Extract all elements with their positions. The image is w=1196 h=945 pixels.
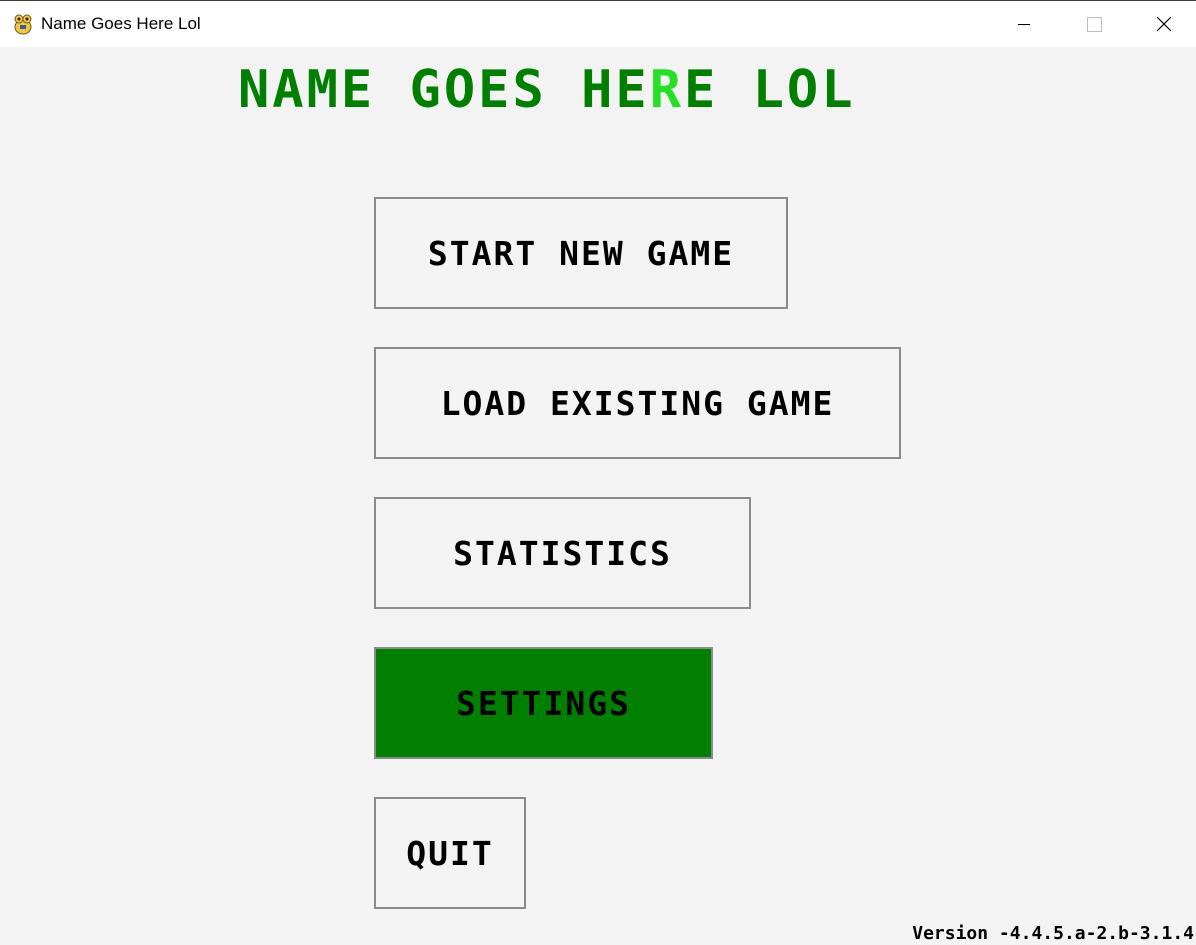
maximize-icon — [1087, 17, 1102, 32]
minimize-icon — [1018, 24, 1030, 25]
quit-button[interactable]: QUIT — [374, 797, 526, 909]
window-title: Name Goes Here Lol — [41, 14, 201, 33]
load-existing-game-label: LOAD EXISTING GAME — [440, 383, 835, 423]
settings-label: SETTINGS — [456, 683, 631, 723]
game-title: NAME GOES HERE LOL — [238, 60, 998, 120]
close-icon — [1156, 16, 1172, 32]
game-title-part1: NAME GOES HE — [238, 60, 650, 120]
settings-button[interactable]: SETTINGS — [374, 647, 713, 759]
game-title-part2: E LOL — [684, 60, 856, 120]
start-new-game-button[interactable]: START NEW GAME — [374, 197, 788, 309]
statistics-button[interactable]: STATISTICS — [374, 497, 751, 609]
quit-label: QUIT — [406, 833, 494, 873]
game-window: Name Goes Here Lol NAME GOES HERE LOL ST… — [0, 0, 1196, 945]
minimize-button[interactable] — [989, 1, 1059, 47]
pygame-snake-icon — [11, 12, 35, 36]
statistics-label: STATISTICS — [453, 533, 672, 573]
maximize-button[interactable] — [1058, 1, 1128, 47]
start-new-game-label: START NEW GAME — [427, 233, 735, 273]
title-bar[interactable]: Name Goes Here Lol — [0, 0, 1196, 47]
game-title-highlight: R — [649, 60, 684, 120]
version-label: Version -4.4.5.a-2.b-3.1.4 — [912, 923, 1194, 944]
load-existing-game-button[interactable]: LOAD EXISTING GAME — [374, 347, 901, 459]
close-button[interactable] — [1128, 1, 1196, 47]
